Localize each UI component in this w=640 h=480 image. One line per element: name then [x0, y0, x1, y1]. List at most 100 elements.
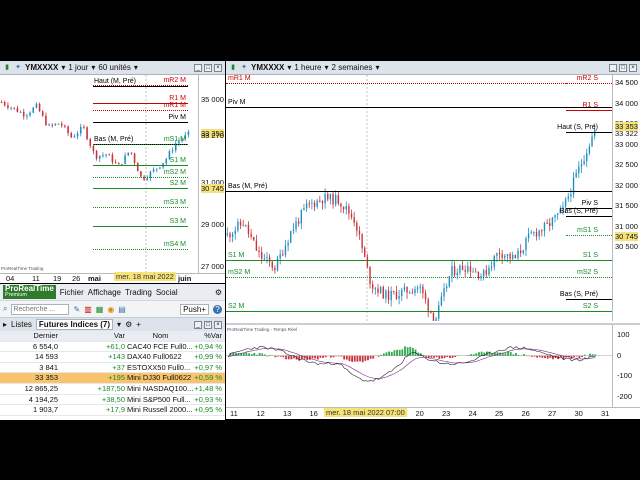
histogram-bar: [269, 355, 272, 356]
link-icon[interactable]: ✦: [240, 64, 248, 72]
col-header-name[interactable]: Nom: [126, 331, 194, 341]
left-chart-titlebar: ▮ ✦ YMXXXX ▾ 1 jour ▾ 60 unités ▾ _ □ ×: [0, 61, 225, 75]
help-icon[interactable]: ?: [213, 304, 222, 314]
maximize-icon[interactable]: □: [204, 63, 212, 72]
menu-social[interactable]: Social: [156, 288, 178, 297]
close-icon[interactable]: ×: [214, 320, 222, 329]
menu-fichier[interactable]: Fichier: [60, 288, 84, 297]
right-time-axis[interactable]: 111213161718192023242526273031: [226, 407, 640, 419]
list-selector[interactable]: Futures Indices (7): [35, 319, 114, 330]
histogram-bar: [523, 354, 525, 356]
lists-tab[interactable]: Listes: [11, 320, 32, 329]
col-header-last[interactable]: Dernier: [0, 331, 60, 341]
pivot-level-line: [226, 191, 612, 193]
cell-last: 1 903,7: [32, 405, 58, 415]
cell-name: Mini Russell 2000...: [127, 405, 193, 415]
pivot-level-line: [566, 83, 612, 85]
x-tick-label: 04: [6, 274, 15, 283]
chevron-down-icon[interactable]: ▾: [117, 320, 121, 329]
table-row[interactable]: 1 903,7 +17,9 Mini Russell 2000... +0,95 %: [0, 405, 225, 416]
chart-tool-icon[interactable]: ▥: [84, 305, 92, 314]
col-header-pct[interactable]: %Var: [194, 331, 224, 341]
push-button[interactable]: Push+: [180, 303, 209, 315]
cell-var: +37: [112, 362, 125, 372]
cell-name: Mini S&P500 Full...: [127, 394, 191, 404]
histogram-bar: [504, 353, 507, 356]
pivot-level-label: Bas (S, Pré): [559, 291, 598, 299]
chart-menu-icon[interactable]: ▮: [3, 64, 11, 72]
symbol-selector[interactable]: YMXXXX: [251, 63, 284, 72]
chevron-down-icon[interactable]: ▾: [61, 63, 65, 72]
chevron-down-icon[interactable]: ▾: [325, 63, 329, 72]
histogram-bar: [396, 349, 398, 356]
pivot-level-label: S2 M: [228, 302, 245, 310]
orders-icon[interactable]: ▤: [118, 305, 126, 314]
left-time-axis[interactable]: 04 11 19 26 mai juin: [0, 273, 225, 283]
symbol-selector[interactable]: YMXXXX: [25, 63, 58, 72]
settings-icon[interactable]: ⚙: [215, 288, 222, 297]
minimize-icon[interactable]: _: [609, 63, 617, 72]
histogram-bar: [245, 352, 248, 356]
pivot-level-label: S2 M: [169, 179, 186, 187]
main-toolbar: ⌕ ✎ ▥ ▦ ◉ ▤ Push+ ?: [0, 300, 225, 317]
pivot-level-label: Piv M: [228, 98, 246, 106]
table-row[interactable]: 3 841 +37 ESTOXX50 Full0... +0,97 %: [0, 363, 225, 374]
col-header-var[interactable]: Var: [60, 331, 126, 341]
list-add-icon[interactable]: +: [136, 320, 141, 329]
y-tick-label: 34 000: [615, 98, 638, 108]
histogram-bar: [258, 352, 261, 356]
period-selector[interactable]: 1 jour: [68, 63, 88, 72]
x-tick-label: 11: [230, 409, 238, 418]
close-icon[interactable]: ×: [629, 63, 637, 72]
alert-icon[interactable]: ◉: [107, 305, 114, 314]
units-selector[interactable]: 60 unités: [98, 63, 130, 72]
table-row[interactable]: 14 593 +143 DAX40 Full0622 +0,99 %: [0, 352, 225, 363]
pivot-level-line: [566, 109, 612, 111]
list-settings-icon[interactable]: ⚙: [125, 320, 132, 329]
drawing-tool-icon[interactable]: ✎: [73, 305, 80, 314]
screener-icon[interactable]: ▦: [96, 305, 104, 314]
histogram-bar: [390, 351, 393, 356]
link-icon[interactable]: ✦: [14, 64, 22, 72]
pivot-level-label: S1 M: [228, 251, 245, 259]
minimize-icon[interactable]: _: [194, 320, 202, 329]
left-price-axis[interactable]: 35 00033 35333 27031 00030 74529 00027 0…: [198, 75, 225, 273]
range-selector[interactable]: 2 semaines: [332, 63, 373, 72]
window-controls: _ □ ×: [194, 320, 222, 329]
chart-menu-icon[interactable]: ▮: [229, 64, 237, 72]
histogram-bar: [250, 354, 253, 356]
period-selector[interactable]: 1 heure: [294, 63, 321, 72]
lists-icon[interactable]: ▸: [3, 320, 7, 329]
cell-var: +143: [108, 352, 125, 362]
histogram-bar: [253, 352, 256, 356]
search-input[interactable]: [11, 303, 70, 315]
chevron-down-icon[interactable]: ▾: [134, 63, 138, 72]
pivot-level-label: Bas (S, Pré): [559, 208, 598, 216]
oscillator-panel[interactable]: ProRealTime Trading - Temps Réel: [226, 323, 612, 407]
table-row[interactable]: 6 554,0 +61,0 CAC40 FCE Full0... +0,94 %: [0, 342, 225, 353]
chevron-down-icon[interactable]: ▾: [287, 63, 291, 72]
y-tick-label: 29 000: [201, 220, 224, 230]
pivot-level-label: Piv S: [581, 200, 598, 208]
right-price-axis[interactable]: 34 50034 00033 50033 35333 32233 00032 5…: [612, 75, 640, 321]
menu-trading[interactable]: Trading: [125, 288, 152, 297]
table-row[interactable]: 33 353 +195 Mini DJ30 Full0622 +0,59 %: [0, 373, 225, 384]
close-icon[interactable]: ×: [214, 63, 222, 72]
maximize-icon[interactable]: □: [204, 320, 212, 329]
maximize-icon[interactable]: □: [619, 63, 627, 72]
chevron-down-icon[interactable]: ▾: [375, 63, 379, 72]
table-row[interactable]: 12 865,25 +187,50 Mini NASDAQ100... +1,48 %: [0, 384, 225, 395]
menu-affichage[interactable]: Affichage: [88, 288, 121, 297]
oscillator-axis[interactable]: 100 0 -100 -200: [612, 323, 640, 407]
histogram-bar: [589, 353, 591, 356]
pivot-level-line: [566, 216, 612, 218]
histogram-bar: [583, 354, 586, 356]
histogram-bar: [364, 355, 367, 361]
chevron-down-icon[interactable]: ▾: [91, 63, 95, 72]
pivot-level-label: S1 S: [582, 251, 598, 259]
table-row[interactable]: 4 194,25 +38,50 Mini S&P500 Full... +0,93 %: [0, 395, 225, 406]
y-tick-label: 33 000: [615, 139, 638, 149]
minimize-icon[interactable]: _: [194, 63, 202, 72]
histogram-bar: [401, 349, 404, 356]
histogram-bar: [324, 355, 327, 358]
